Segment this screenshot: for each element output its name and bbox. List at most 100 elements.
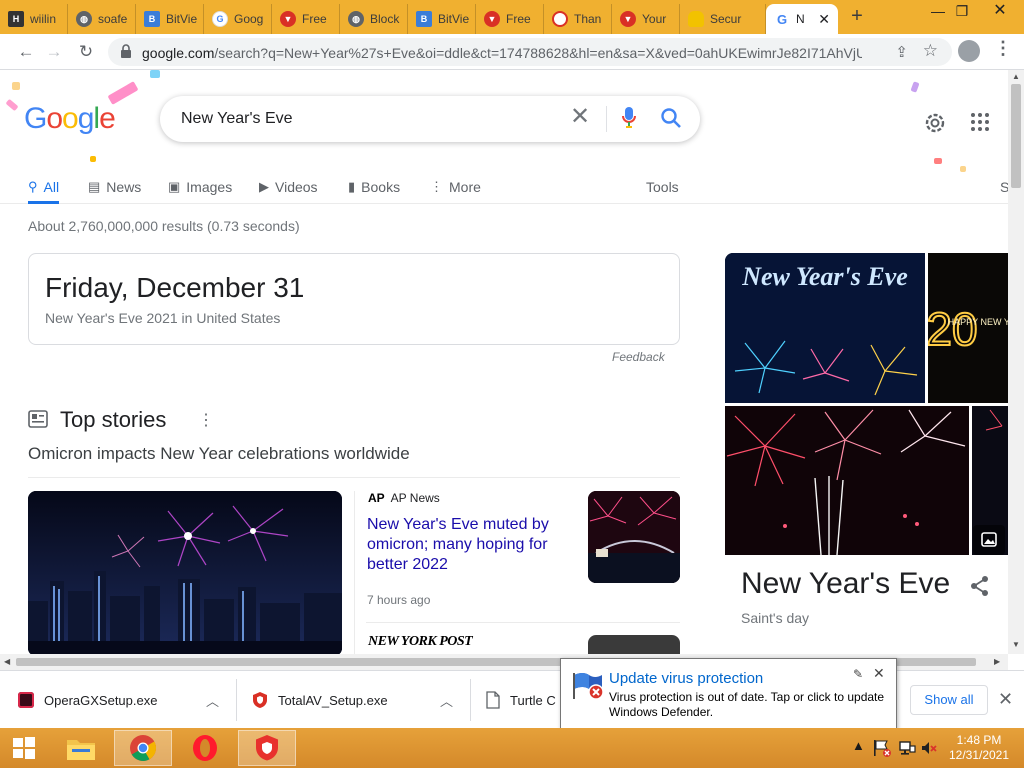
close-window-button[interactable]: ✕	[984, 0, 1016, 24]
story-headline-link[interactable]: New Year's Eve muted by omicron; many ho…	[367, 515, 567, 575]
forward-button[interactable]: →	[42, 40, 66, 64]
tab-images[interactable]: ▣ Images	[168, 172, 232, 202]
browser-tab[interactable]: ▼ Free	[272, 4, 340, 34]
sparkler-image: 20 HAPPY NEW YEAR	[928, 253, 1008, 403]
taskbar-chrome[interactable]	[114, 730, 172, 766]
download-item[interactable]: Turtle C	[486, 681, 560, 719]
show-hidden-icons[interactable]: ▲	[852, 738, 865, 753]
download-item[interactable]: OperaGXSetup.exe ︿	[18, 681, 224, 719]
scroll-up-icon[interactable]: ▲	[1012, 72, 1020, 81]
story-thumbnail[interactable]	[588, 635, 680, 654]
feedback-link[interactable]: Feedback	[612, 350, 665, 364]
tab-close-icon[interactable]: ✕	[818, 11, 830, 28]
share-icon[interactable]	[969, 575, 991, 597]
search-input[interactable]: New Year's Eve	[181, 110, 293, 128]
safesearch-partial[interactable]: S	[1000, 172, 1008, 202]
tab-more[interactable]: ⋮ More	[430, 172, 481, 202]
close-notification-icon[interactable]: ✕	[873, 665, 885, 682]
browser-tab[interactable]: B BitVie	[408, 4, 476, 34]
volume-muted-icon[interactable]	[920, 739, 938, 757]
download-item[interactable]: TotalAV_Setup.exe ︿	[252, 681, 458, 719]
more-vert-icon: ⋮	[430, 179, 443, 194]
tab-videos[interactable]: ▶ Videos	[259, 172, 318, 202]
clear-search-icon[interactable]: ✕	[570, 105, 590, 129]
browser-tab[interactable]: G Goog	[204, 4, 272, 34]
story-card-nypost[interactable]	[354, 635, 680, 654]
browser-tab[interactable]: Secur	[680, 4, 766, 34]
close-download-shelf-icon[interactable]: ✕	[998, 689, 1013, 710]
defender-flag-tray-icon[interactable]	[872, 738, 892, 758]
defender-notification[interactable]: Update virus protection Virus protection…	[560, 658, 897, 743]
scroll-left-icon[interactable]: ◀	[4, 657, 10, 666]
bitview-favicon-icon: B	[144, 11, 160, 27]
file-icon	[486, 691, 500, 709]
taskbar-opera[interactable]	[176, 730, 234, 766]
ap-logo: AP	[368, 491, 385, 505]
system-clock[interactable]: 1:48 PM 12/31/2021	[944, 733, 1014, 763]
browser-tab[interactable]: ▼ Free	[476, 4, 544, 34]
bookmark-star-icon[interactable]: ☆	[923, 41, 938, 61]
divider	[470, 679, 471, 721]
browser-menu-icon[interactable]: ⋮	[994, 38, 1012, 59]
google-favicon-icon: G	[212, 11, 228, 27]
taskbar-file-explorer[interactable]	[52, 730, 110, 766]
lock-icon	[121, 44, 131, 58]
start-button[interactable]	[0, 730, 48, 766]
tab-all[interactable]: ⚲ All	[28, 172, 60, 204]
kp-image-happy-new-year[interactable]: 20 HAPPY NEW YEAR	[928, 253, 1008, 403]
search-icon[interactable]	[660, 107, 682, 129]
browser-tab[interactable]: Hwiilin	[0, 4, 68, 34]
profile-avatar[interactable]	[958, 40, 980, 62]
pin-icon[interactable]: ✎	[853, 667, 863, 681]
apps-grid-icon[interactable]	[970, 112, 990, 132]
story-hero-image[interactable]	[28, 491, 342, 654]
tools-button[interactable]: Tools	[646, 172, 679, 202]
new-tab-button[interactable]: +	[846, 6, 868, 28]
browser-tab[interactable]: ◍ Block	[340, 4, 408, 34]
search-box[interactable]: New Year's Eve ✕	[160, 96, 700, 142]
browser-tab[interactable]: B BitVie	[136, 4, 204, 34]
date-answer-card: Friday, December 31 New Year's Eve 2021 …	[28, 253, 680, 345]
story-card-ap[interactable]: AP AP News New Year's Eve muted by omicro…	[354, 491, 680, 621]
vertical-scrollbar[interactable]: ▲ ▼	[1008, 70, 1024, 654]
maximize-button[interactable]: ❐	[946, 0, 978, 24]
reload-button[interactable]: ↻	[74, 40, 98, 64]
scrollbar-thumb[interactable]	[1011, 84, 1021, 188]
show-all-downloads-button[interactable]: Show all	[910, 685, 988, 715]
opera-gx-icon	[18, 692, 34, 708]
google-doodle-logo[interactable]: Google	[24, 102, 116, 136]
hfs-favicon-icon: H	[8, 11, 24, 27]
kp-image-fireworks[interactable]	[725, 406, 969, 555]
browser-tab[interactable]: ▼ Your	[612, 4, 680, 34]
microphone-icon[interactable]	[622, 106, 636, 130]
answer-subtitle: New Year's Eve 2021 in United States	[45, 310, 281, 326]
browser-tab-active[interactable]: G N ✕	[766, 4, 838, 34]
search-nav-tabs: ⚲ All ▤ News ▣ Images ▶ Videos ▮ Books ⋮ More …	[0, 166, 1008, 204]
browser-tab[interactable]: ◍ soafe	[68, 4, 136, 34]
share-page-icon[interactable]: ⇪	[895, 43, 908, 61]
tab-books[interactable]: ▮ Books	[348, 172, 400, 202]
story-thumbnail[interactable]	[588, 491, 680, 583]
kp-image-new-years-eve[interactable]: New Year's Eve	[725, 253, 925, 403]
top-stories-menu-icon[interactable]: ⋮	[198, 410, 214, 430]
opera-favicon-icon	[552, 11, 568, 27]
settings-gear-icon[interactable]	[922, 110, 948, 136]
top-stories-headline[interactable]: Omicron impacts New Year celebrations wo…	[28, 444, 410, 464]
address-bar[interactable]: google.com/search?q=New+Year%27s+Eve&oi=…	[108, 38, 952, 66]
scroll-down-icon[interactable]: ▼	[1012, 640, 1020, 649]
network-icon[interactable]	[898, 739, 916, 757]
tab-news[interactable]: ▤ News	[88, 172, 141, 202]
more-images-button[interactable]	[973, 525, 1005, 555]
shield-favicon-icon: ▼	[280, 11, 296, 27]
scroll-right-icon[interactable]: ▶	[994, 657, 1000, 666]
chevron-up-icon[interactable]: ︿	[206, 691, 219, 710]
totalav-shield-icon	[253, 692, 267, 708]
back-button[interactable]: ←	[14, 40, 38, 64]
browser-tab[interactable]: Than	[544, 4, 612, 34]
chevron-up-icon[interactable]: ︿	[440, 691, 453, 710]
top-stories-title: Top stories	[60, 407, 167, 432]
divider	[28, 477, 680, 478]
taskbar-totalav[interactable]	[238, 730, 296, 766]
fireworks-image: New Year's Eve	[725, 253, 925, 403]
notification-body: Virus protection is out of date. Tap or …	[609, 690, 885, 719]
